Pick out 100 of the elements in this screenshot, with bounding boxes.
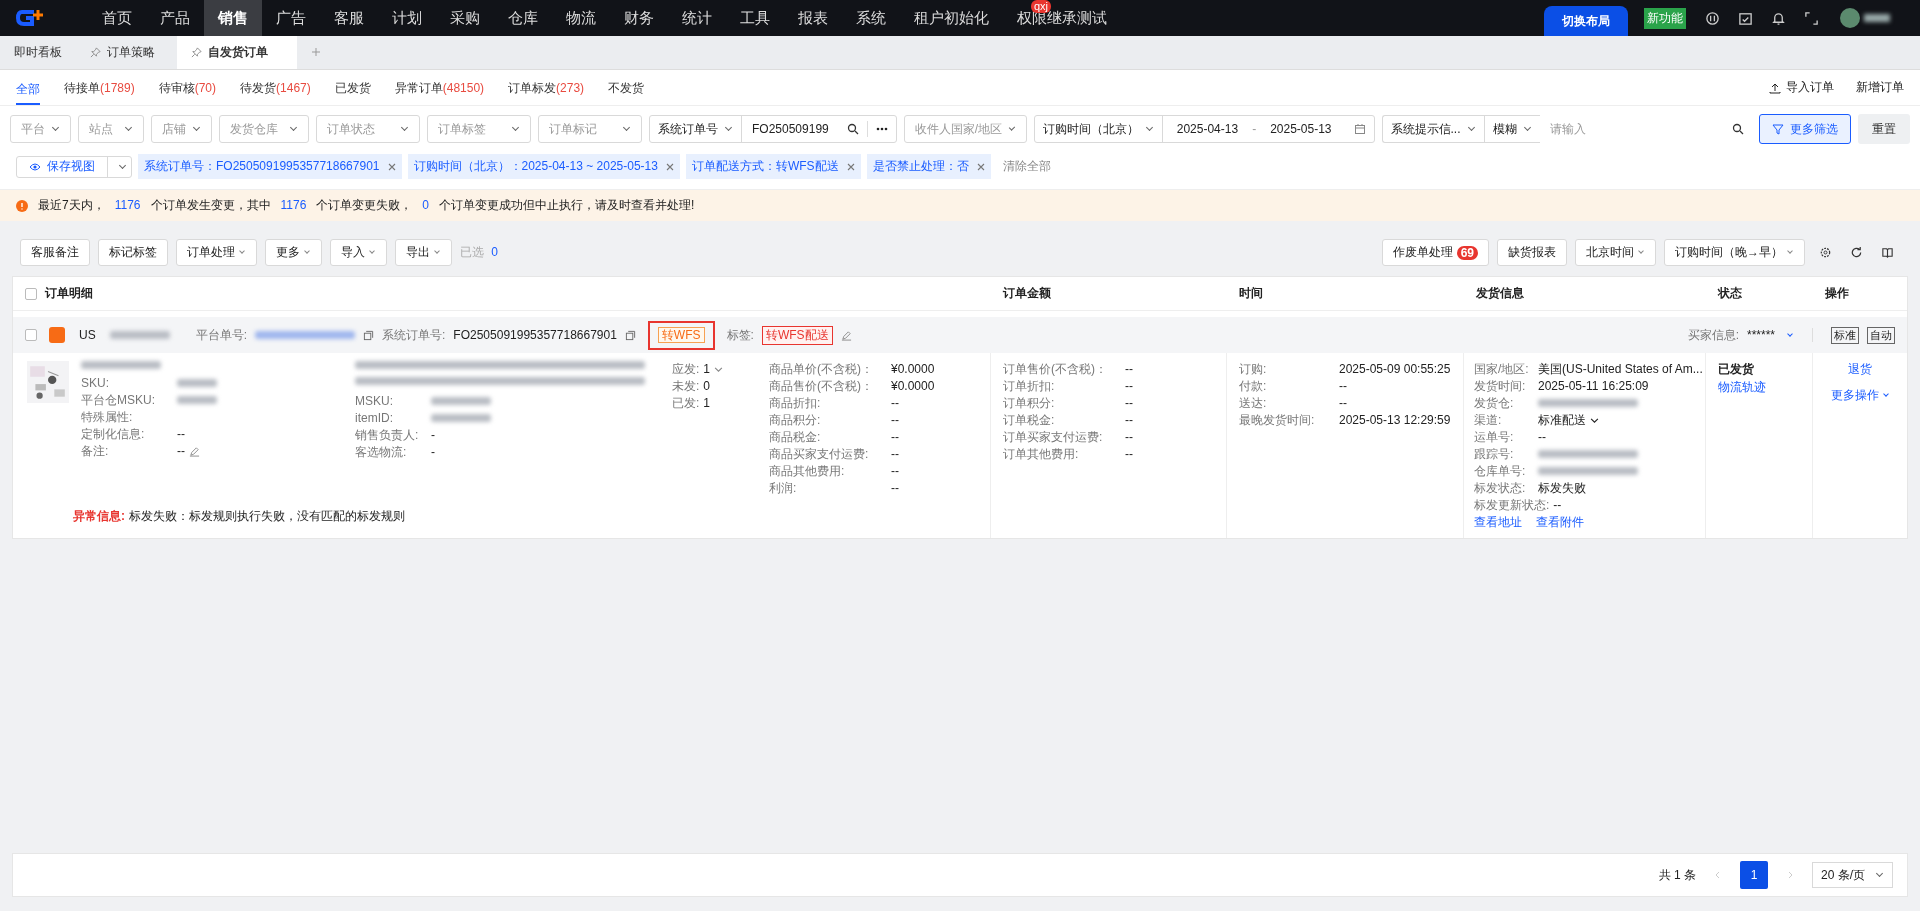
match-mode-select[interactable]: 模糊 xyxy=(1483,115,1540,143)
field-label: 商品税金: xyxy=(769,429,822,445)
close-icon[interactable] xyxy=(665,162,674,171)
shipping-link[interactable]: 查看地址 xyxy=(1474,514,1522,530)
nav-item[interactable]: 采购 xyxy=(436,0,494,36)
fullscreen-icon[interactable] xyxy=(1804,10,1819,26)
nav-item[interactable]: 产品 xyxy=(146,0,204,36)
toolbar-button[interactable]: 订单处理 xyxy=(176,239,257,266)
total-count: 共 1 条 xyxy=(1658,866,1696,884)
settings-icon[interactable] xyxy=(1819,246,1832,259)
edit-icon[interactable] xyxy=(189,445,200,457)
nav-item[interactable]: 广告 xyxy=(262,0,320,36)
status-tab[interactable]: 待接单(1789) xyxy=(64,69,135,106)
field-label: 客选物流: xyxy=(355,444,408,460)
nav-item[interactable]: 统计 xyxy=(668,0,726,36)
search-icon[interactable] xyxy=(1732,123,1744,135)
search-icon[interactable] xyxy=(846,123,859,135)
toolbar-button[interactable]: 导出 xyxy=(395,239,452,266)
tracking-link[interactable]: 物流轨迹 xyxy=(1718,379,1790,396)
nav-item[interactable]: 权限继承测试 qxj xyxy=(1003,0,1121,36)
toolbar-button[interactable]: 北京时间 xyxy=(1575,239,1656,266)
page-tab[interactable]: 即时看板 xyxy=(0,36,76,69)
nav-item[interactable]: 财务 xyxy=(610,0,668,36)
page-button[interactable]: 1 xyxy=(1740,861,1768,889)
order-checkbox[interactable] xyxy=(25,329,37,341)
nav-item[interactable]: 报表 xyxy=(784,0,842,36)
toolbar-button[interactable]: 作废单处理 69 xyxy=(1381,239,1489,266)
status-tab[interactable]: 异常订单(48150) xyxy=(394,69,485,106)
edit-icon[interactable] xyxy=(840,329,852,341)
toolbar-button[interactable]: 更多 xyxy=(265,239,322,266)
nav-item[interactable]: 系统 xyxy=(842,0,900,36)
status-tab[interactable]: 待发货(1467) xyxy=(240,69,311,106)
clear-all-link[interactable]: 清除全部 xyxy=(1002,158,1051,175)
shipping-link[interactable]: 查看附件 xyxy=(1536,514,1584,530)
field-value: 1 xyxy=(703,361,711,377)
header-action-link[interactable]: 导入订单 xyxy=(1786,79,1834,96)
date-end-field[interactable]: 2025-05-13 xyxy=(1256,122,1346,136)
nav-item[interactable]: 仓库 xyxy=(494,0,552,36)
status-tab[interactable]: 全部 xyxy=(16,70,40,105)
close-icon[interactable] xyxy=(976,162,985,171)
field-label: 应发: xyxy=(672,361,700,377)
calendar-check-icon[interactable] xyxy=(1738,10,1753,26)
search-field-select[interactable]: 系统订单号 xyxy=(650,116,742,142)
wfs-tag: 转WFS xyxy=(657,326,705,343)
nav-item[interactable]: 物流 xyxy=(552,0,610,36)
order-search-field[interactable]: FO250509199 xyxy=(742,122,839,136)
system-order-number: FO2505091995357718667901 xyxy=(453,328,617,342)
select-all-checkbox[interactable] xyxy=(25,287,37,300)
field-label: 订单积分: xyxy=(1003,395,1056,411)
date-start-field[interactable]: 2025-04-13 xyxy=(1162,122,1253,136)
nav-item[interactable]: 销售 xyxy=(204,0,262,36)
switch-layout-button[interactable]: 切换布局 xyxy=(1544,6,1628,36)
upload-icon[interactable] xyxy=(1769,81,1781,94)
refresh-icon[interactable] xyxy=(1850,246,1863,259)
page-size-select[interactable]: 20 条/页 xyxy=(1812,862,1893,888)
caret-icon[interactable] xyxy=(1590,415,1599,425)
status-tab[interactable]: 待审核(70) xyxy=(158,69,217,106)
field-value: - xyxy=(431,444,435,460)
hint-select[interactable]: 系统提示信... xyxy=(1381,115,1484,143)
more-actions-link[interactable]: 更多操作 xyxy=(1830,387,1890,404)
book-icon[interactable] xyxy=(1881,246,1894,259)
avatar[interactable] xyxy=(1840,8,1860,28)
copy-icon[interactable] xyxy=(363,329,374,341)
filter-chip-label: 是否禁止处理：否 xyxy=(872,158,969,175)
calendar-icon[interactable] xyxy=(1353,123,1366,135)
close-icon[interactable] xyxy=(387,162,396,171)
status-tab[interactable]: 不发货 xyxy=(608,69,645,106)
nav-item[interactable]: 租户初始化 xyxy=(900,0,1003,36)
nav-item[interactable]: 客服 xyxy=(320,0,378,36)
header-action-link[interactable]: 新增订单 xyxy=(1856,79,1904,96)
toolbar-button[interactable]: 标记标签 xyxy=(98,239,168,266)
page-tab[interactable]: 订单策略 xyxy=(76,36,169,69)
nav-item[interactable]: 工具 xyxy=(726,0,784,36)
redacted-text xyxy=(109,331,170,339)
filter-chip-label: 系统订单号：FO2505091995357718667901 xyxy=(144,158,380,175)
toolbar-button[interactable]: 订购时间（晚→早） xyxy=(1664,239,1805,266)
page-tab[interactable]: 自发货订单 xyxy=(177,36,297,69)
bell-icon[interactable] xyxy=(1771,10,1786,26)
field-label: 商品积分: xyxy=(769,412,822,428)
toolbar-button[interactable]: 缺货报表 xyxy=(1497,239,1567,266)
nav-item[interactable]: 计划 xyxy=(378,0,436,36)
more-icon[interactable] xyxy=(875,127,888,131)
return-link[interactable]: 退货 xyxy=(1848,361,1872,378)
filter-chip-label: 订购时间（北京）：2025-04-13 ~ 2025-05-13 xyxy=(413,158,658,175)
field-value: 0 xyxy=(703,378,711,394)
eye-icon[interactable] xyxy=(29,160,41,173)
copy-icon[interactable] xyxy=(624,329,636,341)
reset-button[interactable]: 重置 xyxy=(1858,114,1910,144)
field-value: -- xyxy=(891,463,899,479)
close-icon[interactable] xyxy=(846,162,855,171)
column-header: 状态 xyxy=(1718,285,1742,302)
toolbar-button[interactable]: 客服备注 xyxy=(20,239,90,266)
toolbar-button[interactable]: 导入 xyxy=(330,239,387,266)
status-tab[interactable]: 订单标发(273) xyxy=(508,69,585,106)
field-value: -- xyxy=(1125,395,1133,411)
filter-icon[interactable] xyxy=(1772,123,1784,135)
nav-item[interactable]: 首页 xyxy=(88,0,146,36)
date-type-select[interactable]: 订购时间（北京） xyxy=(1034,116,1163,142)
field-value: -- xyxy=(1538,429,1546,445)
status-tab[interactable]: 已发货 xyxy=(334,69,371,106)
